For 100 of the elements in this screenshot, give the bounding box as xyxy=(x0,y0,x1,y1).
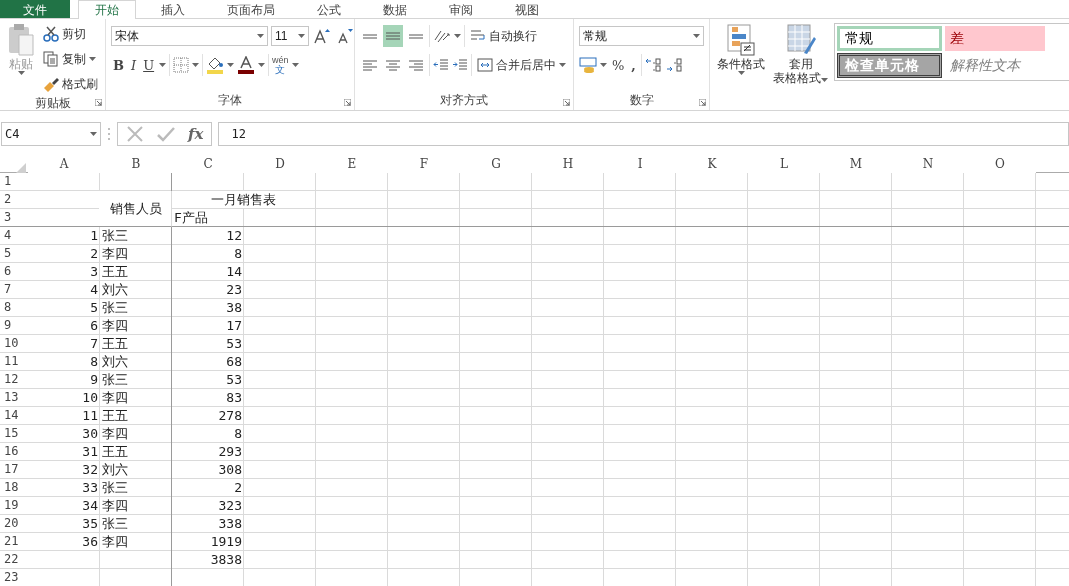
column-header[interactable]: I xyxy=(604,156,676,173)
table-cell-text: 83 xyxy=(225,389,243,407)
row-header[interactable]: 22 xyxy=(0,551,28,569)
table-cell-text: 53 xyxy=(225,335,243,353)
table-cell-text: 张三 xyxy=(101,227,129,245)
row-header[interactable]: 14 xyxy=(0,407,28,425)
group-label: 剪贴板 xyxy=(34,95,71,111)
group-label: 对齐方式 xyxy=(440,92,488,109)
column-header[interactable]: B xyxy=(100,156,172,173)
row-header[interactable]: 6 xyxy=(0,263,28,281)
table-cell-text: 30 xyxy=(81,425,99,443)
group-label: 数字 xyxy=(629,92,654,109)
normal-style[interactable]: 常规 xyxy=(837,26,942,51)
table-cell-text: 李四 xyxy=(101,425,129,443)
insert-function-button[interactable]: fx xyxy=(188,125,204,143)
merge-center-button[interactable]: 合并后居中 xyxy=(475,54,568,76)
row-header[interactable]: 3 xyxy=(0,209,28,227)
table-cell-text: 李四 xyxy=(101,389,129,407)
column-header[interactable]: O xyxy=(964,156,1036,173)
row-header[interactable]: 1 xyxy=(0,173,28,191)
table-cell-text: 2 xyxy=(89,245,99,263)
row-header[interactable]: 7 xyxy=(0,281,28,299)
table-cell-text: 7 xyxy=(89,335,99,353)
table-cell-text: 338 xyxy=(217,515,243,533)
formula-field[interactable]: 12 xyxy=(218,122,1069,146)
bold-button[interactable]: B xyxy=(111,54,126,76)
row-header[interactable]: 5 xyxy=(0,245,28,263)
table-cell-text: 张三 xyxy=(101,371,129,389)
table-cell-text: 8 xyxy=(233,425,243,443)
table-cell-text: 刘六 xyxy=(101,353,129,371)
bad-style[interactable]: 差 xyxy=(945,26,1045,51)
format-painter-button[interactable]: 格式刷 xyxy=(41,73,100,95)
conditional-format-button[interactable]: 条件格式 xyxy=(715,23,767,110)
row-header[interactable]: 12 xyxy=(0,371,28,389)
ribbon-tab[interactable]: 审阅 xyxy=(432,0,490,18)
column-header[interactable]: D xyxy=(244,156,316,173)
wrap-text-button[interactable]: 自动换行 xyxy=(468,25,539,47)
table-cell-text: 王五 xyxy=(101,335,129,353)
copy-button[interactable]: 复制 xyxy=(41,48,100,70)
column-header[interactable]: L xyxy=(748,156,820,173)
column-header[interactable]: K xyxy=(676,156,748,173)
row-header[interactable]: 10 xyxy=(0,335,28,353)
underline-button[interactable]: U xyxy=(141,54,157,76)
column-header[interactable]: N xyxy=(892,156,964,173)
row-header[interactable]: 20 xyxy=(0,515,28,533)
percent-button[interactable]: % xyxy=(610,54,627,76)
ribbon-tab[interactable]: 公式 xyxy=(300,0,358,18)
italic-button[interactable]: I xyxy=(129,54,139,76)
column-header[interactable]: A xyxy=(28,156,100,173)
table-cell-text: 33 xyxy=(81,479,99,497)
table-cell-text: 张三 xyxy=(101,299,129,317)
group-label: 字体 xyxy=(218,92,242,109)
table-cell-text: 1919 xyxy=(209,533,243,551)
row-header[interactable]: 8 xyxy=(0,299,28,317)
row-header[interactable]: 2 xyxy=(0,191,28,209)
column-header[interactable]: G xyxy=(460,156,532,173)
row-header[interactable]: 4 xyxy=(0,227,28,245)
table-cell-text: 8 xyxy=(89,353,99,371)
comma-button[interactable]: , xyxy=(629,54,638,76)
table-cell-text: 张三 xyxy=(101,515,129,533)
table-cell-text: 32 xyxy=(81,461,99,479)
table-cell-text: 14 xyxy=(225,263,243,281)
phonetic-button[interactable]: wén 文 xyxy=(272,56,289,74)
ribbon-tab[interactable]: 数据 xyxy=(366,0,424,18)
column-header[interactable]: F xyxy=(388,156,460,173)
row-header[interactable]: 11 xyxy=(0,353,28,371)
name-box[interactable]: C4 xyxy=(1,122,101,146)
column-header[interactable]: H xyxy=(532,156,604,173)
row-header[interactable]: 19 xyxy=(0,497,28,515)
cut-button[interactable]: 剪切 xyxy=(41,23,100,45)
ribbon-tab[interactable]: 开始 xyxy=(78,0,136,19)
row-header[interactable]: 13 xyxy=(0,389,28,407)
table-cell-text: F产品 xyxy=(173,209,209,227)
row-header[interactable]: 23 xyxy=(0,569,28,586)
ribbon-tab[interactable]: 视图 xyxy=(498,0,556,18)
table-cell-text: 11 xyxy=(81,407,99,425)
table-cell-text: 36 xyxy=(81,533,99,551)
table-cell-text: 3838 xyxy=(209,551,243,569)
row-header[interactable]: 16 xyxy=(0,443,28,461)
table-cell-text: 王五 xyxy=(101,443,129,461)
row-header[interactable]: 17 xyxy=(0,461,28,479)
row-header[interactable]: 15 xyxy=(0,425,28,443)
ribbon-tab[interactable]: 插入 xyxy=(144,0,202,18)
font-name-field[interactable]: 宋体 xyxy=(111,26,268,46)
font-size-field[interactable]: 11 xyxy=(271,26,309,46)
table-cell-text: 31 xyxy=(81,443,99,461)
column-header[interactable]: E xyxy=(316,156,388,173)
table-cell-text: 8 xyxy=(233,245,243,263)
format-as-table-button[interactable]: 套用 表格格式 xyxy=(771,23,830,110)
table-cell-text: 王五 xyxy=(101,407,129,425)
ribbon-tab[interactable]: 页面布局 xyxy=(210,0,292,18)
table-cell-text: 1 xyxy=(89,227,99,245)
row-header[interactable]: 18 xyxy=(0,479,28,497)
ribbon-tab[interactable]: 文件 xyxy=(0,0,70,18)
column-header[interactable]: C xyxy=(172,156,244,173)
row-header[interactable]: 21 xyxy=(0,533,28,551)
table-cell-text: 323 xyxy=(217,497,243,515)
number-format-field[interactable]: 常规 xyxy=(579,26,704,46)
column-header[interactable]: M xyxy=(820,156,892,173)
row-header[interactable]: 9 xyxy=(0,317,28,335)
